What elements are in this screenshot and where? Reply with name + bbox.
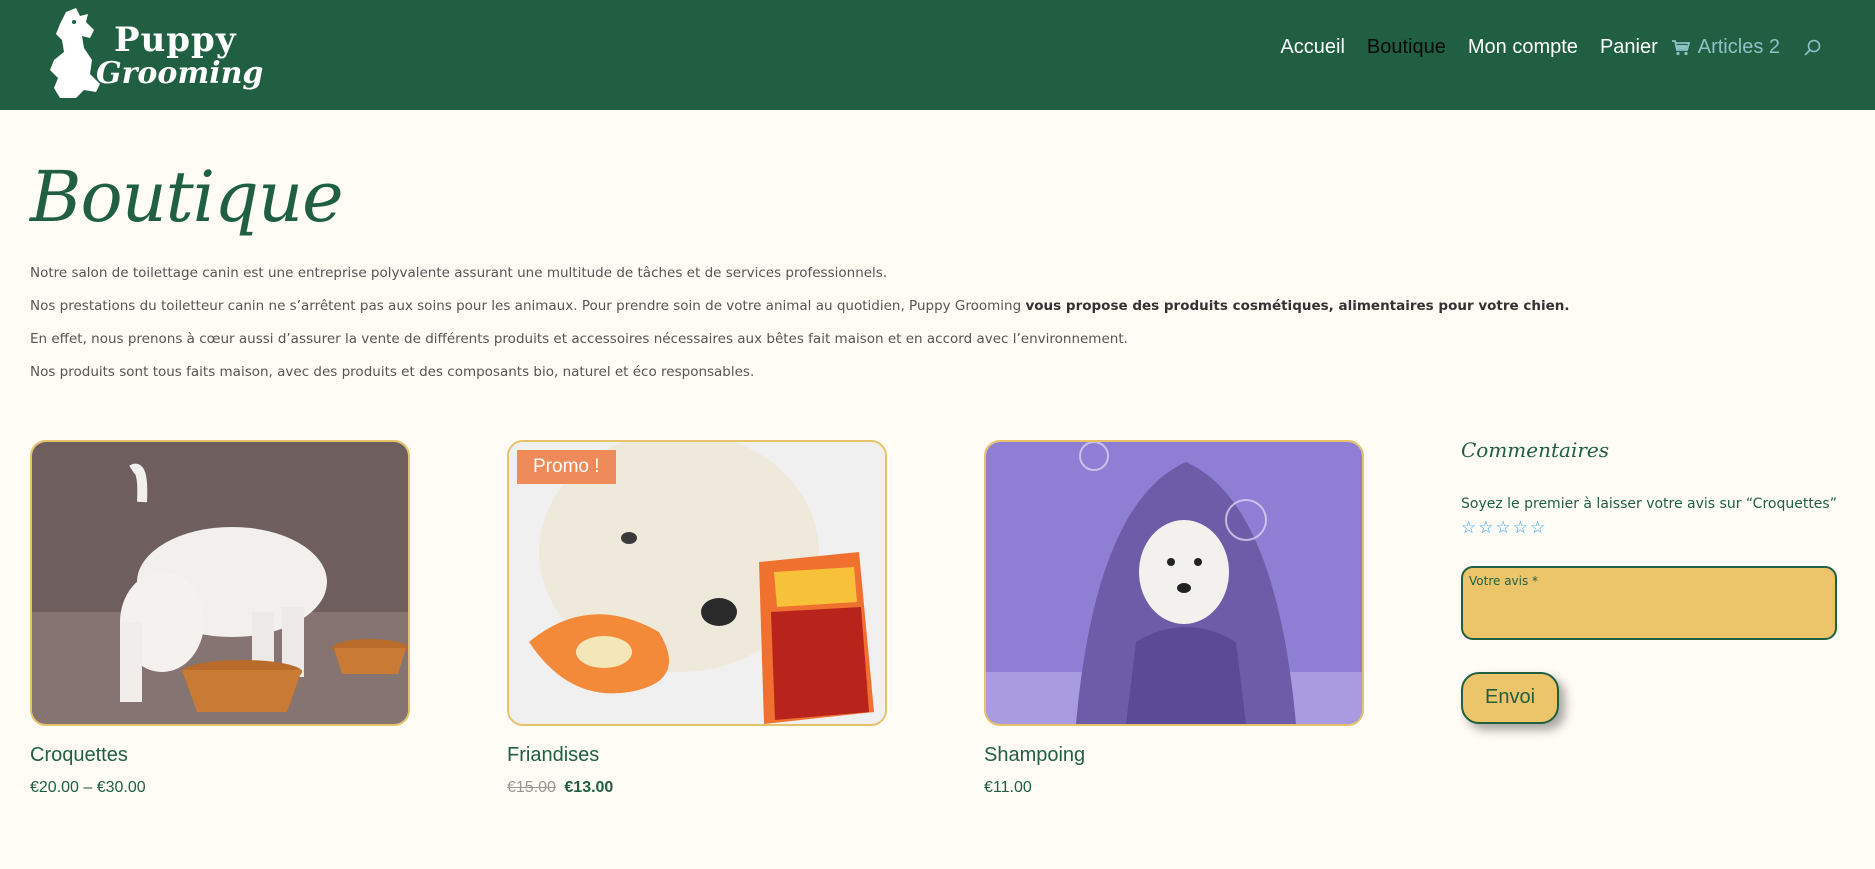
product-price: €20.00 – €30.00 bbox=[30, 779, 146, 796]
product-card-shampoing: Shampoing €11.00 bbox=[984, 440, 1364, 797]
submit-review-button[interactable]: Envoi bbox=[1461, 672, 1559, 724]
sale-price: €13.00 bbox=[564, 779, 614, 796]
shopping-cart-icon bbox=[1671, 39, 1690, 55]
star-5-icon[interactable]: ☆ bbox=[1530, 518, 1545, 538]
site-header: Puppy Grooming Accueil Boutique Mon comp… bbox=[0, 0, 1875, 110]
star-2-icon[interactable]: ☆ bbox=[1478, 518, 1493, 538]
reviews-prompt: Soyez le premier à laisser votre avis su… bbox=[1461, 496, 1837, 512]
old-price: €15.00 bbox=[507, 779, 556, 796]
intro-text: Notre salon de toilettage canin est une … bbox=[30, 264, 1630, 396]
logo-word-grooming: Grooming bbox=[96, 56, 264, 91]
nav-accueil[interactable]: Accueil bbox=[1280, 36, 1344, 59]
intro-highlight: vous propose des produits cosmétiques, a… bbox=[1025, 298, 1570, 314]
nav-boutique[interactable]: Boutique bbox=[1367, 36, 1446, 59]
page-title: Boutique bbox=[30, 156, 344, 238]
search-icon bbox=[1804, 39, 1821, 56]
product-card-friandises: Promo ! Friandises €15.00 €13.00 bbox=[507, 440, 887, 797]
nav-mon-compte[interactable]: Mon compte bbox=[1468, 36, 1578, 59]
intro-paragraph-4: Nos produits sont tous faits maison, ave… bbox=[30, 364, 755, 380]
croquettes-photo bbox=[32, 442, 408, 724]
shampoing-photo bbox=[986, 442, 1362, 724]
product-name[interactable]: Friandises bbox=[507, 744, 887, 767]
cart-link[interactable]: Articles 2 bbox=[1671, 36, 1780, 59]
star-1-icon[interactable]: ☆ bbox=[1461, 518, 1476, 538]
friandises-photo bbox=[509, 442, 885, 724]
product-image-shampoing[interactable] bbox=[984, 440, 1364, 726]
puppy-grooming-logo[interactable]: Puppy Grooming bbox=[44, 6, 263, 102]
product-image-croquettes[interactable] bbox=[30, 440, 410, 726]
product-name[interactable]: Shampoing bbox=[984, 744, 1364, 767]
rating-stars: ☆ ☆ ☆ ☆ ☆ bbox=[1461, 518, 1841, 538]
star-4-icon[interactable]: ☆ bbox=[1513, 518, 1528, 538]
nav-panier[interactable]: Panier bbox=[1600, 36, 1658, 59]
product-card-croquettes: Croquettes €20.00 – €30.00 bbox=[30, 440, 410, 797]
intro-paragraph-2: Nos prestations du toiletteur canin ne s… bbox=[30, 298, 1570, 314]
product-name[interactable]: Croquettes bbox=[30, 744, 410, 767]
intro-paragraph-1: Notre salon de toilettage canin est une … bbox=[30, 265, 888, 281]
search-button[interactable] bbox=[1804, 39, 1821, 56]
reviews-title: Commentaires bbox=[1461, 438, 1610, 462]
product-price: €11.00 bbox=[984, 779, 1032, 796]
star-3-icon[interactable]: ☆ bbox=[1496, 518, 1511, 538]
promo-badge: Promo ! bbox=[517, 450, 616, 484]
intro-paragraph-3: En effet, nous prenons à cœur aussi d’as… bbox=[30, 331, 1128, 347]
review-textarea[interactable]: Votre avis * bbox=[1461, 566, 1837, 640]
main-nav: Accueil Boutique Mon compte Panier Artic… bbox=[1258, 36, 1821, 59]
reviews-sidebar: Commentaires Soyez le premier à laisser … bbox=[1461, 438, 1841, 724]
cart-count-label: Articles 2 bbox=[1697, 36, 1780, 58]
logo-word-puppy: Puppy bbox=[114, 20, 237, 60]
product-price: €15.00 €13.00 bbox=[507, 779, 887, 797]
product-image-friandises[interactable]: Promo ! bbox=[507, 440, 887, 726]
review-label: Votre avis * bbox=[1469, 574, 1539, 588]
